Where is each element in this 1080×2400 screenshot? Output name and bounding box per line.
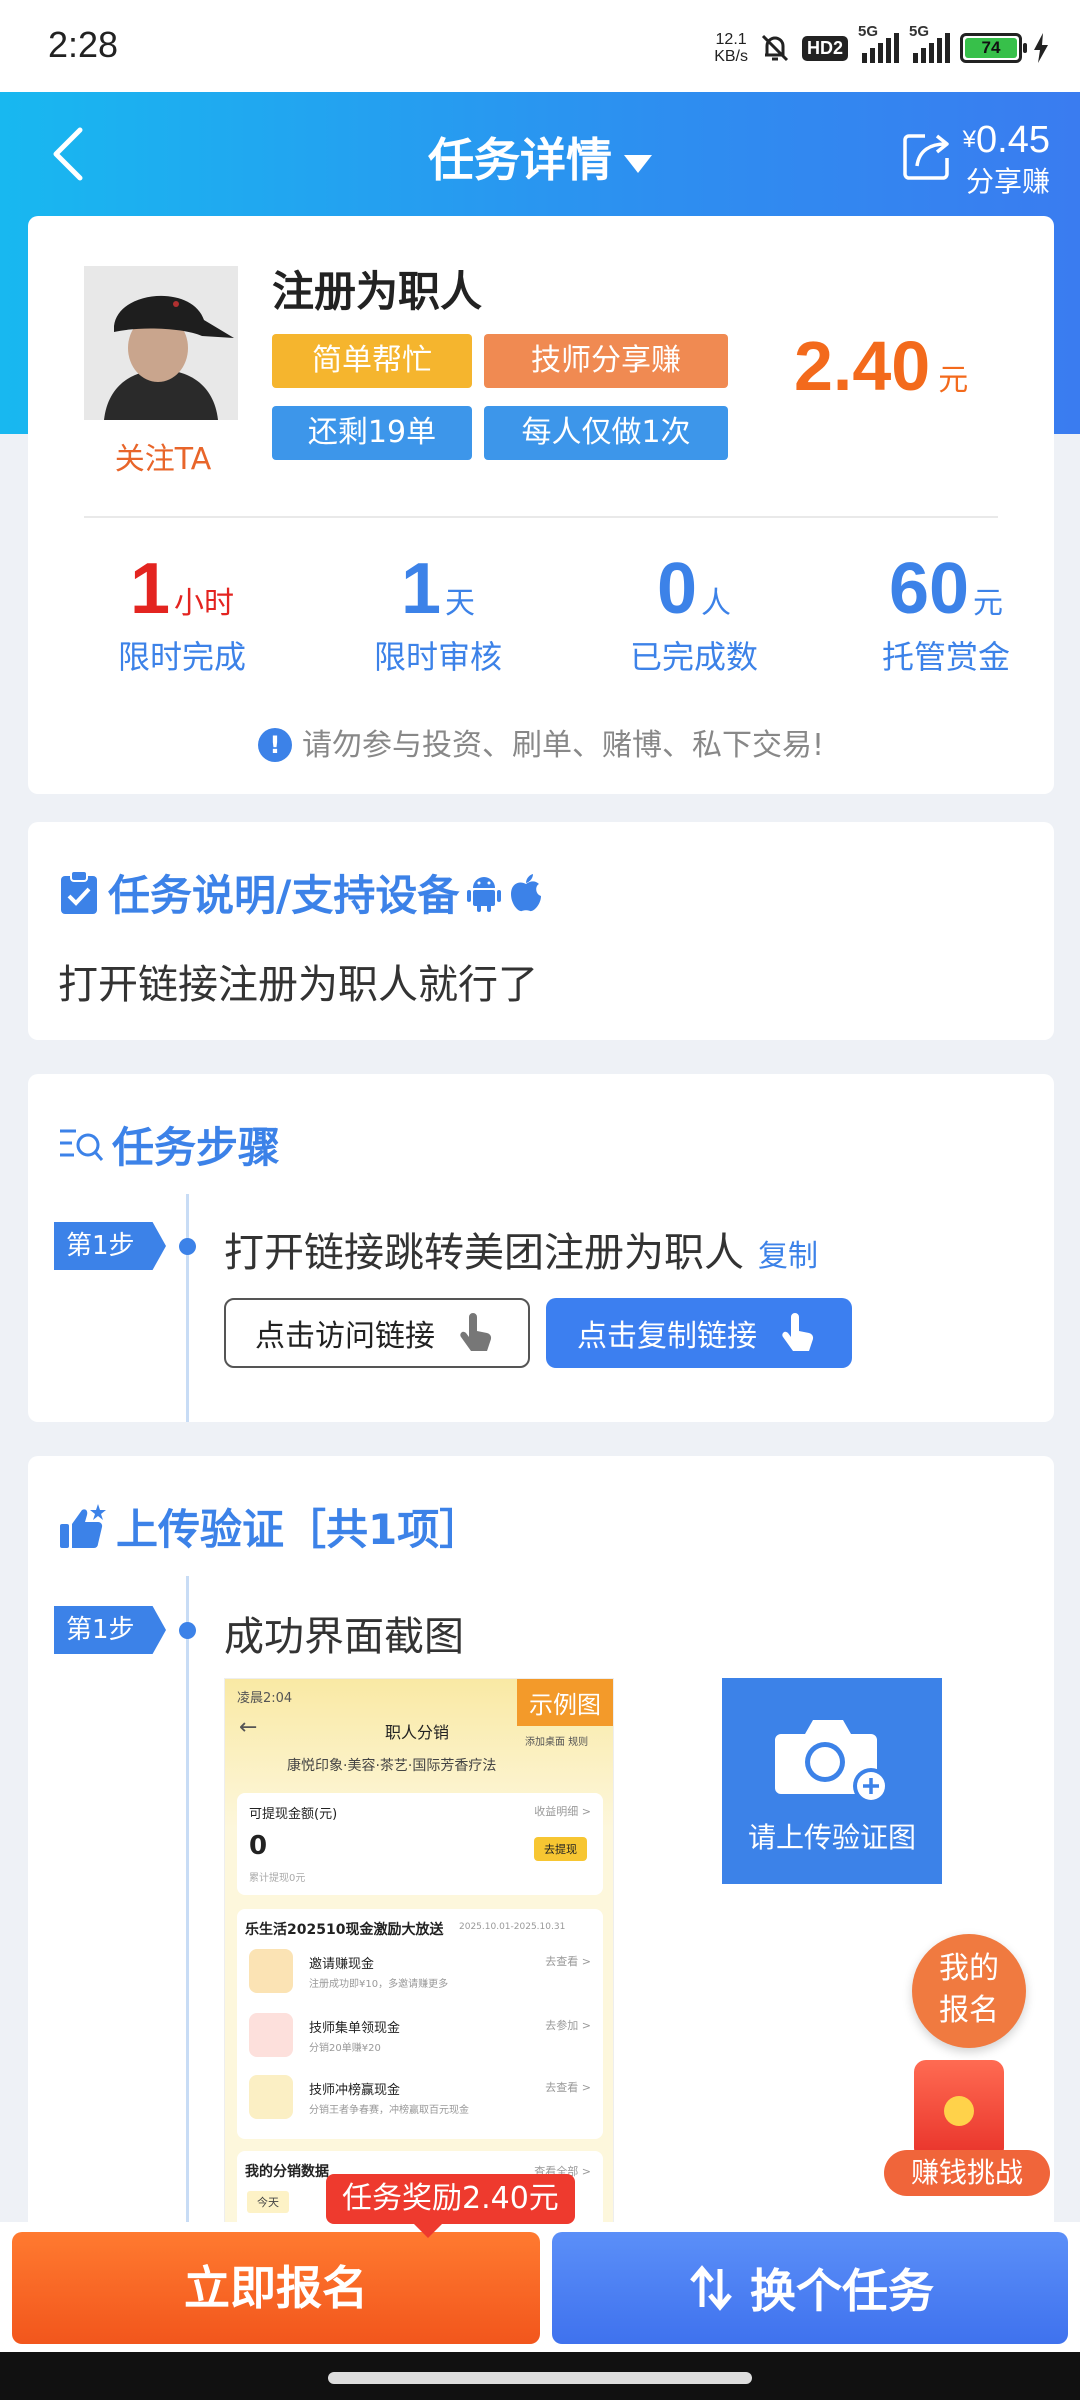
tap-hand-icon [460, 1313, 492, 1351]
follow-button[interactable]: 关注TA [58, 434, 268, 478]
reward-tooltip: 任务奖励2.40元 [326, 2174, 575, 2238]
step-dot [179, 1622, 196, 1639]
ss-withdraw-box: 可提现金额(元) 收益明细 > 0 累计提现0元 去提现 [237, 1793, 603, 1895]
ss-row-icon [249, 2013, 293, 2057]
clipboard-check-icon [61, 869, 97, 914]
challenge-label: 赚钱挑战 [884, 2150, 1050, 2196]
stat-escrow: 60 元 托管赏金 [881, 549, 1010, 676]
signal-icon-2: 5G [909, 23, 950, 63]
list-search-icon [60, 1129, 104, 1161]
android-icon [467, 876, 502, 912]
example-screenshot[interactable]: 凌晨2:04 ← 职人分销 添加桌面 规则 康悦印象·美容·茶艺·国际芳香疗法 … [224, 1678, 614, 2238]
stat-completed: 0人 已完成数 [629, 549, 758, 676]
ss-time: 凌晨2:04 [237, 1691, 293, 1706]
copy-link-button[interactable]: 点击复制链接 [546, 1298, 852, 1368]
upload-image-button[interactable]: 请上传验证图 [722, 1678, 942, 1884]
bottom-action-bar: 立即报名 换个任务 [0, 2222, 1080, 2352]
task-name: 注册为职人 [272, 267, 483, 316]
step-timeline [186, 1194, 189, 1422]
task-description-card: 任务说明/支持设备 打开链接注册为职人就行了 [28, 822, 1054, 1040]
divider [84, 516, 998, 518]
red-packet-icon [914, 2060, 1004, 2160]
camera-plus-icon [775, 1720, 889, 1804]
avatar[interactable] [84, 266, 238, 420]
ss-shop: 康悦印象·美容·茶艺·国际芳香疗法 [287, 1758, 497, 1774]
swap-arrows-icon [690, 2265, 732, 2311]
tag-simple-help: 简单帮忙 [272, 334, 472, 388]
visit-link-button[interactable]: 点击访问链接 [224, 1298, 530, 1368]
task-steps-card: 任务步骤 第1步 打开链接跳转美团注册为职人 复制 点击访问链接 点击复制链接 [28, 1074, 1054, 1422]
upload-item-text: 成功界面截图 [224, 1614, 464, 1660]
steps-title: 任务步骤 [58, 1114, 280, 1175]
upload-label: 请上传验证图 [747, 1821, 916, 1854]
step-timeline [186, 1576, 189, 2256]
net-speed: 12.1 KB/s [714, 31, 748, 65]
switch-task-button[interactable]: 换个任务 [552, 2232, 1068, 2344]
ss-links: 添加桌面 规则 [525, 1737, 589, 1748]
ss-row-icon [249, 1949, 293, 1993]
hd-icon: HD2 [801, 35, 848, 61]
step-dot [179, 1238, 196, 1255]
share-earn-button[interactable]: ¥0.45 分享赚 [899, 120, 1050, 200]
warning-notice: ! 请勿参与投资、刷单、赌博、私下交易! [28, 720, 1054, 764]
earn-challenge-float-button[interactable]: 赚钱挑战 [884, 2056, 1050, 2196]
tag-remaining: 还剩19单 [272, 406, 472, 460]
charging-icon [1034, 33, 1048, 63]
description-title: 任务说明/支持设备 [58, 862, 543, 923]
home-indicator[interactable] [328, 2372, 752, 2384]
status-icons: 12.1 KB/s HD2 5G 5G 74 [714, 23, 1050, 70]
nav-bar: 任务详情 ¥0.45 分享赚 [0, 92, 1080, 218]
tag-once-per-person: 每人仅做1次 [484, 406, 728, 460]
description-text: 打开链接注册为职人就行了 [58, 962, 538, 1008]
upload-title: 上传验证［共1项］ [58, 1496, 481, 1557]
dropdown-triangle-icon [624, 154, 652, 173]
stat-review-limit: 1天 限时审核 [373, 549, 502, 676]
share-icon [902, 134, 949, 180]
home-indicator-bar [0, 2352, 1080, 2400]
status-bar: 2:28 12.1 KB/s HD2 5G 5G 74 [0, 0, 1080, 92]
tag-share-earn: 技师分享赚 [484, 334, 728, 388]
avatar-image [84, 266, 238, 420]
share-amount: ¥0.45 [962, 119, 1050, 161]
exclamation-icon: ! [257, 728, 292, 762]
tap-hand-icon [782, 1313, 814, 1351]
thumbs-up-icon [60, 1503, 106, 1548]
step-badge: 第1步 [54, 1222, 166, 1270]
example-label: 示例图 [517, 1679, 613, 1726]
signal-icon: 5G [858, 23, 899, 63]
step-badge: 第1步 [54, 1606, 166, 1654]
mute-bell-icon [761, 34, 789, 62]
copy-text-link[interactable]: 复制 [758, 1239, 818, 1274]
ss-back-icon: ← [239, 1715, 258, 1740]
apple-icon [511, 873, 542, 911]
task-summary-card: 关注TA 注册为职人 简单帮忙 技师分享赚 还剩19单 每人仅做1次 2.40 元… [28, 216, 1054, 794]
ss-title: 职人分销 [385, 1723, 450, 1742]
battery-icon: 74 [960, 33, 1027, 63]
step-1-text: 打开链接跳转美团注册为职人 复制 [224, 1230, 818, 1276]
task-price: 2.40 元 [794, 327, 969, 405]
ss-row-icon [249, 2075, 293, 2119]
enroll-now-button[interactable]: 立即报名 [12, 2232, 540, 2344]
share-label: 分享赚 [965, 165, 1050, 198]
stat-time-limit: 1 小时 限时完成 [117, 549, 246, 676]
my-enrollment-float-button[interactable]: 我的 报名 [912, 1934, 1026, 2048]
ss-promo-box: 乐生活202510现金激励大放送 2025.10.01-2025.10.31 邀… [237, 1909, 603, 2139]
status-time: 2:28 [48, 24, 119, 65]
